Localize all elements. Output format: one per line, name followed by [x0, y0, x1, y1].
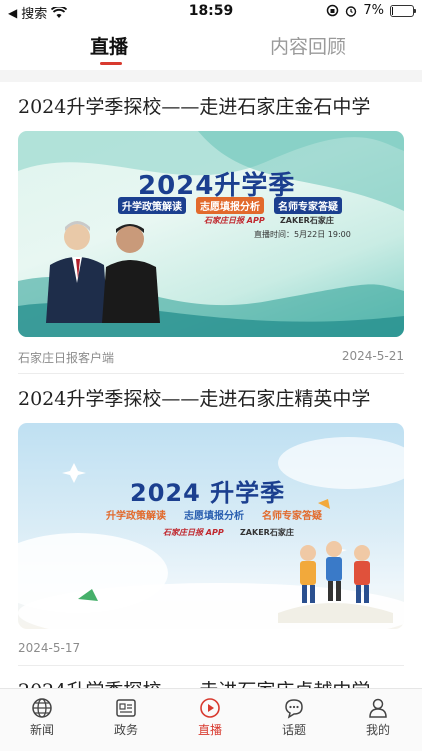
tab-content-review[interactable]: 内容回顾 — [270, 32, 346, 59]
nav-label: 新闻 — [29, 723, 54, 737]
orientation-lock-icon — [327, 4, 339, 17]
thumbnail-slogan: 升学政策解读 — [118, 197, 186, 214]
article-thumbnail[interactable]: 2024 升学季 升学政策解读 志愿填报分析 名师专家答疑 石家庄日报 APP … — [18, 423, 404, 629]
article-date: 2024-5-17 — [18, 641, 81, 655]
nav-label: 直播 — [197, 723, 222, 737]
tab-live[interactable]: 直播 — [90, 32, 128, 59]
battery-percent: 7% — [363, 3, 384, 18]
news-panel-icon — [116, 699, 136, 717]
article-date: 2024-5-21 — [341, 349, 404, 363]
list-divider — [18, 665, 404, 666]
list-divider — [18, 373, 404, 374]
chat-bubble-icon — [285, 699, 303, 719]
header-divider — [0, 70, 422, 82]
nav-item-news[interactable]: 新闻 — [0, 697, 84, 738]
globe-icon — [32, 698, 52, 718]
battery-icon — [390, 4, 416, 17]
thumbnail-headline: 2024 升学季 — [130, 479, 286, 507]
guest-portraits — [46, 221, 160, 323]
alarm-icon — [346, 5, 357, 17]
article-title[interactable]: 2024升学季探校——走进石家庄金石中学 — [18, 92, 404, 119]
person-icon — [369, 698, 387, 718]
thumbnail-brand: 石家庄日报 APP — [163, 528, 224, 537]
thumbnail-brand-zaker: ZAKER石家庄 — [280, 216, 334, 225]
students-illustration — [278, 541, 393, 623]
nav-item-live[interactable]: 直播 — [168, 697, 252, 738]
thumbnail-slogan: 升学政策解读 — [106, 511, 166, 522]
thumbnail-brand: 石家庄日报 APP — [204, 216, 265, 225]
article-title[interactable]: 2024升学季探校——走进石家庄精英中学 — [18, 384, 404, 411]
list-item[interactable]: 2024升学季探校——走进石家庄金石中学 2024升学季 升学政策解读 志愿填报… — [18, 92, 404, 366]
thumbnail-slogan: 名师专家答疑 — [274, 197, 342, 214]
article-thumbnail[interactable]: 2024升学季 升学政策解读 志愿填报分析 名师专家答疑 石家庄日报 APP Z… — [18, 131, 404, 337]
article-source: 石家庄日报客户端 — [18, 351, 115, 365]
top-tabs: 直播 内容回顾 — [0, 28, 422, 70]
thumbnail-live-time: 直播时间：5月22日 19:00 — [254, 230, 351, 239]
nav-label: 话题 — [281, 723, 306, 737]
nav-item-government[interactable]: 政务 — [84, 697, 168, 738]
status-bar: ◀ 搜索 18:59 7% — [0, 0, 422, 22]
bottom-navigation: 新闻 政务 直播 话题 我的 — [0, 688, 422, 751]
thumbnail-slogan: 志愿填报分析 — [196, 197, 264, 214]
nav-item-topics[interactable]: 话题 — [252, 697, 336, 738]
nav-label: 我的 — [365, 723, 390, 737]
thumbnail-slogan: 志愿填报分析 — [184, 511, 244, 522]
thumbnail-slogan: 名师专家答疑 — [262, 511, 322, 522]
nav-item-profile[interactable]: 我的 — [336, 697, 420, 738]
nav-label: 政务 — [113, 723, 138, 737]
list-item[interactable]: 2024升学季探校——走进石家庄精英中学 2024 升学季 升学政策解读 志愿填… — [18, 384, 404, 655]
live-play-icon — [200, 698, 220, 718]
active-tab-indicator — [100, 62, 122, 65]
